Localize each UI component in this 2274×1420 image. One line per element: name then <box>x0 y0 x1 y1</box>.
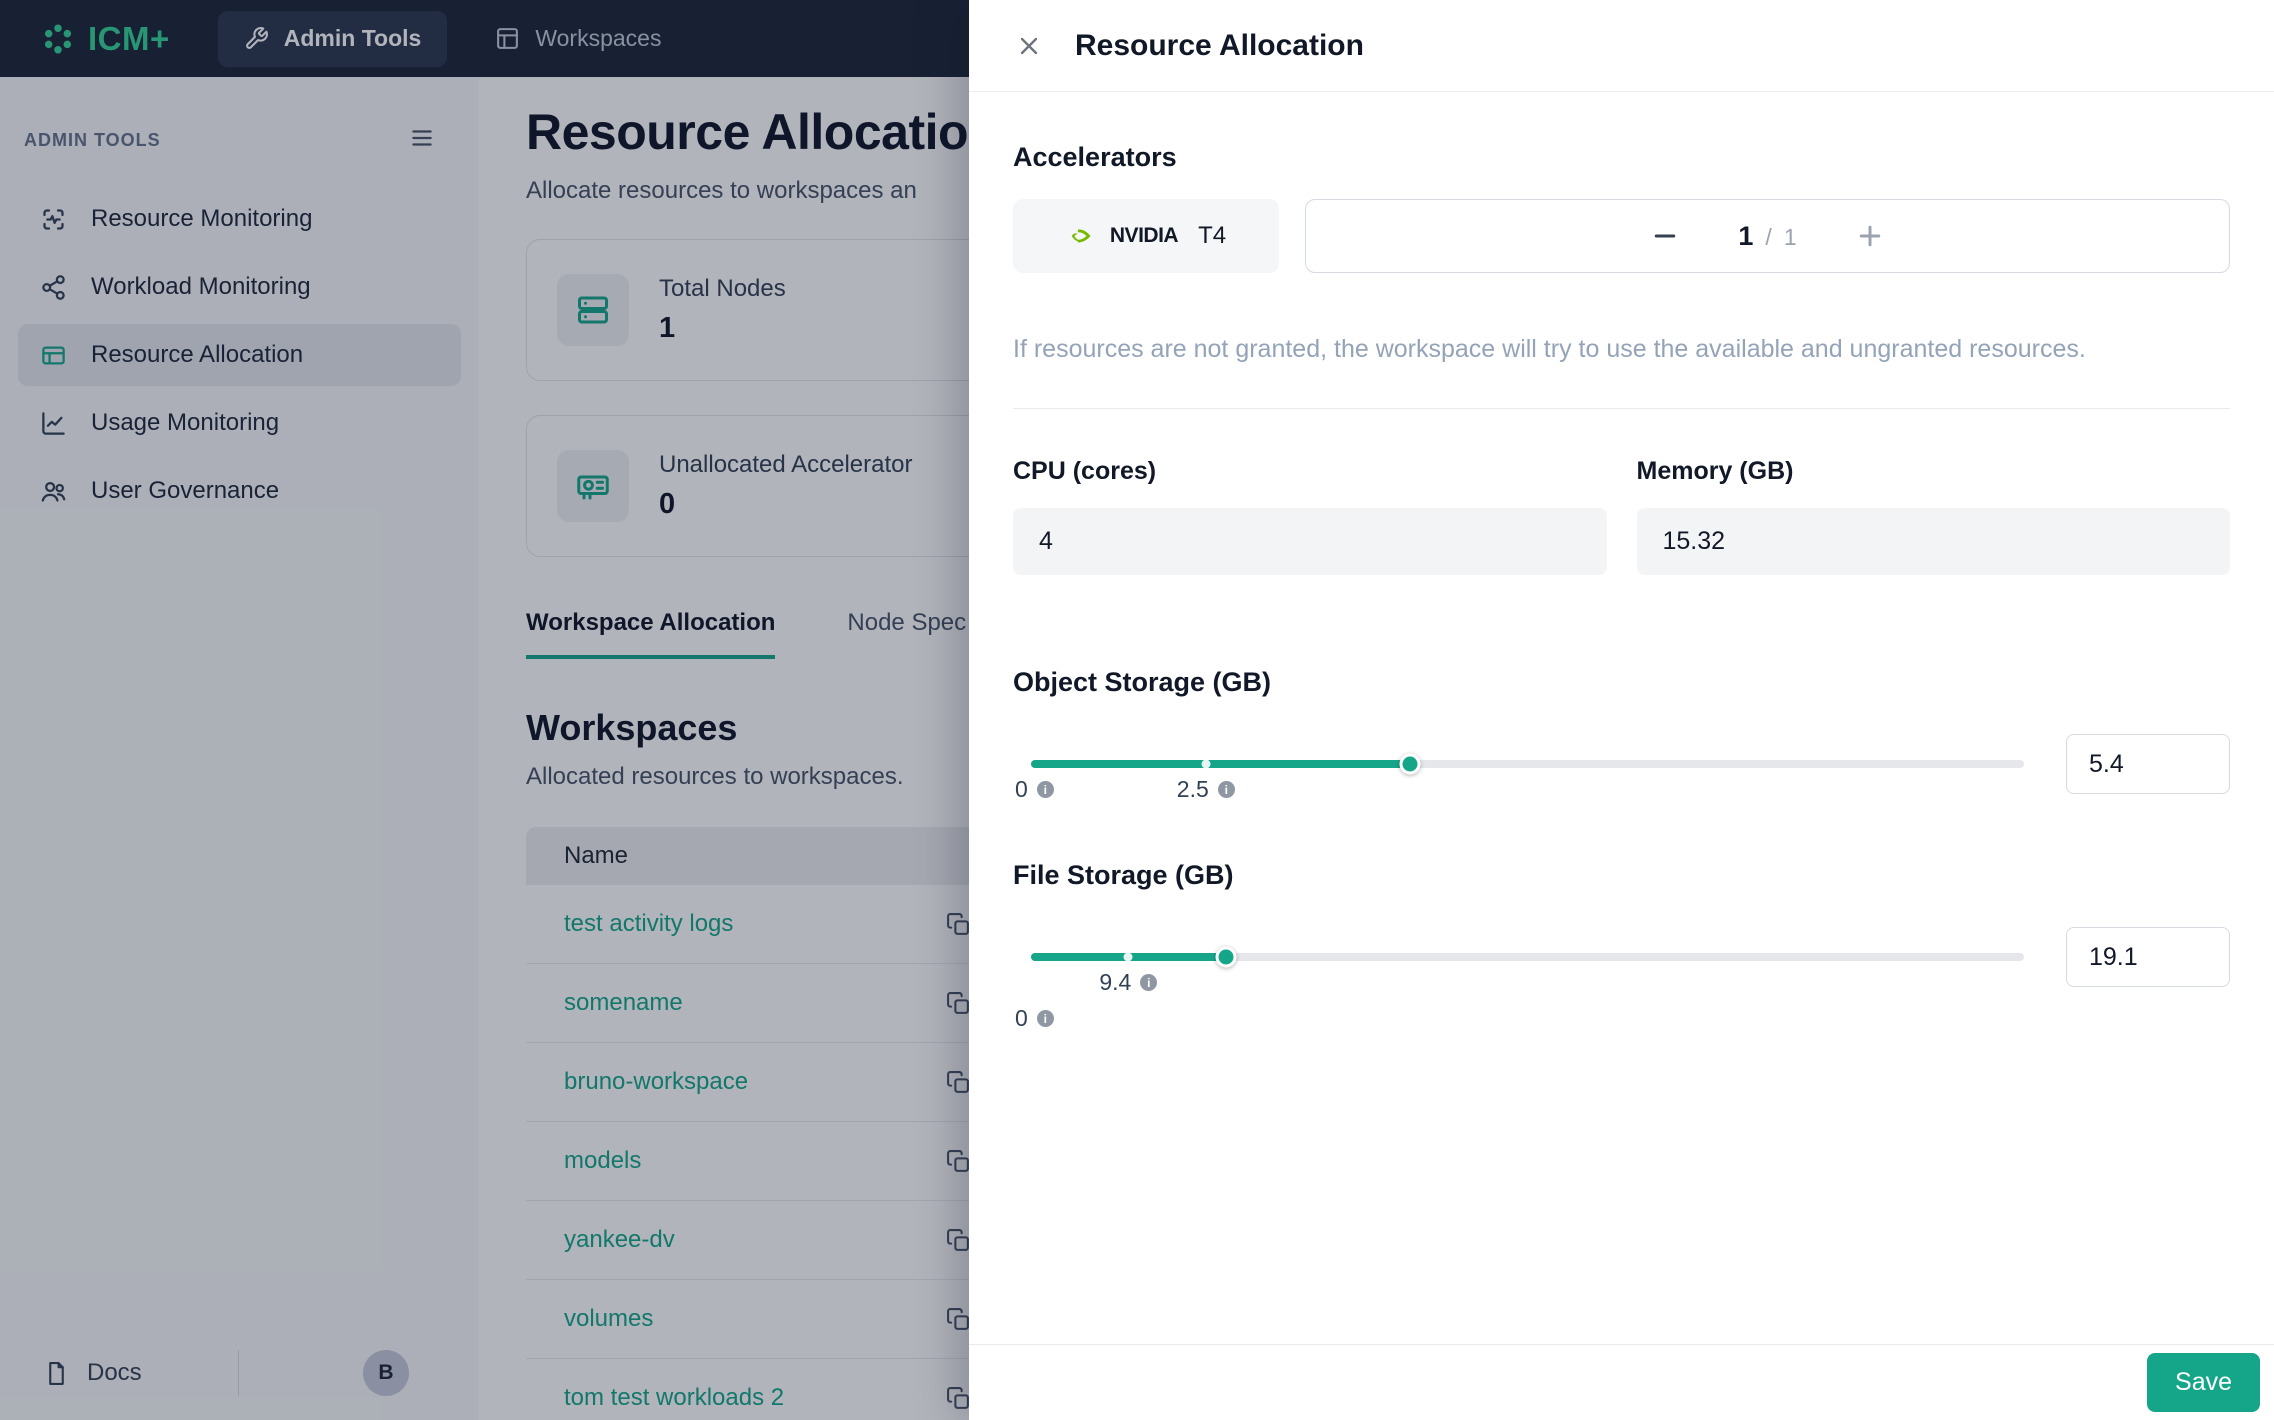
file-storage-heading: File Storage (GB) <box>1013 860 2230 891</box>
nvidia-logo-icon <box>1066 225 1096 247</box>
cpu-input[interactable]: 4 <box>1013 508 1607 575</box>
increment-button[interactable] <box>1855 221 1885 251</box>
file-storage-row: 9.4 0 19.1 <box>1013 927 2230 1037</box>
stepper-separator: / <box>1765 224 1771 251</box>
close-icon[interactable] <box>1015 32 1043 60</box>
memory-label: Memory (GB) <box>1637 457 2231 486</box>
slider-thumb[interactable] <box>1400 754 1421 775</box>
slider-fill <box>1031 760 1410 768</box>
min-value: 0 <box>1015 776 1028 803</box>
drawer-header: Resource Allocation <box>969 0 2274 92</box>
file-storage-slider[interactable]: 9.4 0 <box>1031 953 2024 961</box>
save-button[interactable]: Save <box>2147 1353 2260 1412</box>
marker-value: 2.5 <box>1177 776 1209 803</box>
cpu-label: CPU (cores) <box>1013 457 1607 486</box>
info-icon[interactable] <box>1037 781 1054 798</box>
drawer-body: Accelerators NVIDIA T4 1 / 1 <box>969 142 2274 1037</box>
file-storage-slider-area: 9.4 0 <box>1013 927 2030 1037</box>
accelerator-chip[interactable]: NVIDIA T4 <box>1013 199 1279 273</box>
info-icon[interactable] <box>1037 1010 1054 1027</box>
slider-min-label: 0 <box>1015 776 1054 803</box>
accelerators-heading: Accelerators <box>1013 142 2230 173</box>
stepper-current: 1 <box>1738 221 1753 252</box>
accelerator-row: NVIDIA T4 1 / 1 <box>1013 199 2230 273</box>
stepper-value: 1 / 1 <box>1738 221 1796 252</box>
section-divider <box>1013 408 2230 409</box>
object-storage-row: 0 2.5 5.4 <box>1013 734 2230 830</box>
min-value: 0 <box>1015 1005 1028 1032</box>
object-storage-slider[interactable]: 0 2.5 <box>1031 760 2024 768</box>
object-storage-value-input[interactable]: 5.4 <box>2066 734 2230 794</box>
resource-allocation-drawer: Resource Allocation Accelerators NVIDIA … <box>969 0 2274 1420</box>
granted-marker <box>1201 760 1210 769</box>
nvidia-wordmark: NVIDIA <box>1110 224 1178 248</box>
app-root: ICM+ Admin Tools Workspaces ADMIN TOOLS <box>0 0 2274 1420</box>
marker-value: 9.4 <box>1099 969 1131 996</box>
cpu-memory-row: CPU (cores) 4 Memory (GB) 15.32 <box>1013 457 2230 575</box>
file-storage-value-input[interactable]: 19.1 <box>2066 927 2230 987</box>
drawer-footer: Save <box>969 1344 2274 1420</box>
slider-min-label: 0 <box>1015 1005 1054 1032</box>
granted-marker <box>1124 953 1133 962</box>
slider-marker-label: 2.5 <box>1177 776 1235 803</box>
resources-help-text: If resources are not granted, the worksp… <box>1013 335 2230 364</box>
slider-marker-label: 9.4 <box>1099 969 1157 996</box>
info-icon[interactable] <box>1140 974 1157 991</box>
drawer-title: Resource Allocation <box>1075 29 1364 63</box>
object-storage-heading: Object Storage (GB) <box>1013 667 2230 698</box>
stepper-max: 1 <box>1784 224 1797 251</box>
memory-input[interactable]: 15.32 <box>1637 508 2231 575</box>
object-storage-slider-area: 0 2.5 <box>1013 734 2030 830</box>
slider-thumb[interactable] <box>1215 947 1236 968</box>
accelerator-model: T4 <box>1198 222 1226 250</box>
accelerator-count-stepper: 1 / 1 <box>1305 199 2230 273</box>
decrement-button[interactable] <box>1650 221 1680 251</box>
info-icon[interactable] <box>1218 781 1235 798</box>
